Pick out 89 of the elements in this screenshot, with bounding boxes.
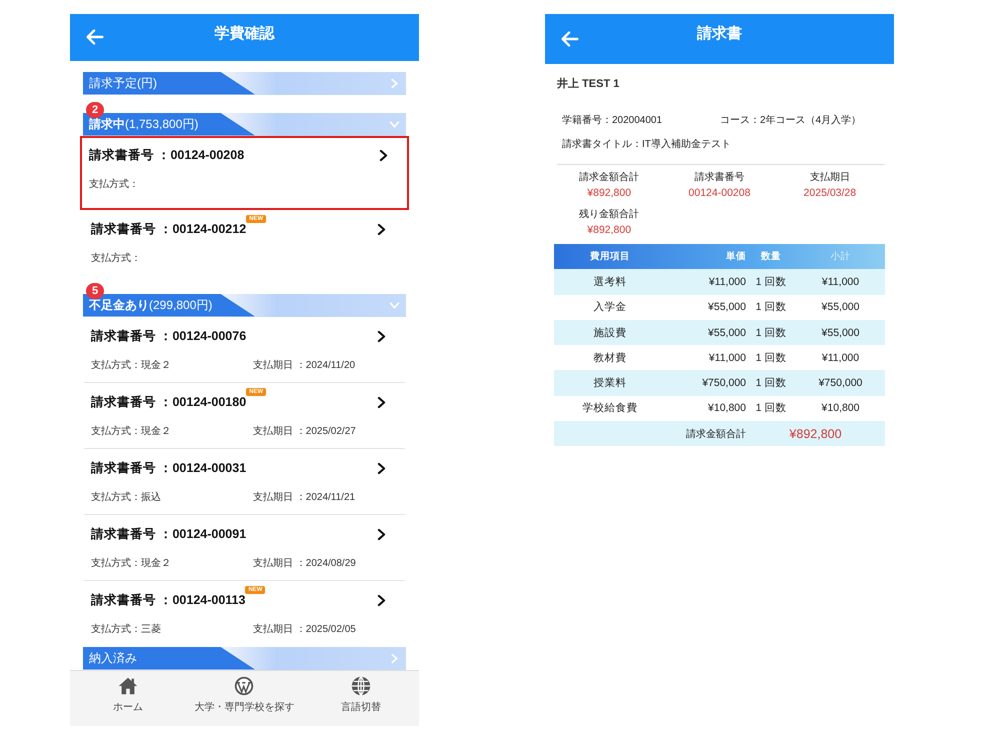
table-cell-text: 1 回数 bbox=[754, 401, 788, 416]
globe-icon bbox=[350, 674, 372, 697]
summary-label: 支払期日 bbox=[810, 170, 850, 184]
total-value: ¥892,800 bbox=[788, 426, 843, 441]
student-name: 井上 TEST 1 bbox=[557, 76, 620, 91]
invoice-number: 請求書番号 ：00124-00208 bbox=[89, 147, 244, 164]
table-cell-text: ¥10,800 bbox=[707, 402, 746, 414]
invoice-number: 請求書番号 ：00124-00031 bbox=[91, 460, 246, 478]
column-header: 数量 bbox=[760, 250, 782, 264]
section-title: 請求中(1,753,800円) bbox=[89, 116, 198, 133]
column-header: 費用項目 bbox=[589, 250, 631, 264]
table-cell-text: 選考料 bbox=[592, 274, 628, 289]
due-date: 支払期日 ：2024/08/29 bbox=[253, 556, 356, 570]
invoice-number: 請求書番号 ：00124-00212 bbox=[91, 221, 246, 238]
invoice-number: 請求書番号 ：00124-00076 bbox=[91, 328, 246, 346]
wordpress-icon bbox=[233, 674, 256, 697]
payment-method: 支払方式： bbox=[91, 252, 142, 265]
nav-label: 大学・専門学校を探す bbox=[194, 700, 294, 714]
chevron-icon bbox=[377, 149, 390, 162]
payment-method: 支払方式：三菱 bbox=[91, 622, 162, 636]
invoice-item[interactable]: 請求書番号 ：00124-00031 支払方式：振込 支払期日 ：2024/11/21 bbox=[83, 448, 406, 515]
total-label: 請求金額合計 bbox=[685, 428, 746, 441]
table-cell-text: ¥750,000 bbox=[818, 377, 864, 390]
table-cell-text: ¥750,000 bbox=[701, 377, 746, 390]
chevron-icon bbox=[375, 396, 388, 410]
table-cell-text: 1 回数 bbox=[754, 350, 788, 365]
table-cell-text: ¥55,000 bbox=[820, 301, 860, 314]
invoice-item[interactable]: 請求書番号 ：00124-00208 支払方式： bbox=[80, 136, 409, 210]
table-cell-text: 1 回数 bbox=[754, 326, 788, 340]
section-title: 納入済み bbox=[89, 650, 137, 667]
table-cell-text: 入学金 bbox=[592, 300, 628, 314]
section-header-bar[interactable]: 請求予定(円) bbox=[83, 72, 406, 95]
invoice-item[interactable]: 請求書番号 ：00124-00076 支払方式：現金２ 支払期日 ：2024/11/20 bbox=[83, 316, 406, 383]
summary-value: 2025/03/28 bbox=[804, 187, 856, 199]
column-header: 小計 bbox=[830, 250, 852, 264]
table-cell-text: 教材費 bbox=[592, 350, 628, 365]
table-cell-text: 授業料 bbox=[592, 376, 628, 390]
payment-method: 支払方式： bbox=[89, 178, 140, 191]
nav-label: ホーム bbox=[113, 700, 144, 714]
table-cell-text: ¥11,000 bbox=[708, 352, 746, 364]
invoice-title: 請求書タイトル：IT導入補助金テスト bbox=[562, 138, 732, 151]
invoice-item[interactable]: 請求書番号 ：00124-00091 支払方式：現金２ 支払期日 ：2024/08/29 bbox=[83, 514, 406, 581]
invoice-number: 請求書番号 ：00124-00180 bbox=[91, 394, 246, 412]
table-cell-text: 1 回数 bbox=[754, 274, 788, 289]
summary-value: ¥892,800 bbox=[587, 224, 632, 236]
table-cell-text: 1 回数 bbox=[754, 300, 788, 314]
screen-title: 学費確認 bbox=[214, 24, 274, 43]
payment-method: 支払方式：現金２ bbox=[91, 424, 172, 438]
nav-label: 言語切替 bbox=[340, 700, 381, 714]
payment-method: 支払方式：現金２ bbox=[91, 358, 172, 372]
due-date: 支払期日 ：2024/11/20 bbox=[253, 358, 356, 372]
summary-label: 請求金額合計 bbox=[579, 170, 640, 184]
summary-value: ¥892,800 bbox=[587, 187, 632, 199]
student-number: 学籍番号：202004001 bbox=[562, 114, 664, 127]
course-label: コース：2年コース（4月入学） bbox=[720, 114, 862, 127]
table-cell-text: ¥11,000 bbox=[708, 276, 746, 288]
summary-label: 残り金額合計 bbox=[579, 208, 640, 221]
table-cell-text: ¥10,800 bbox=[820, 402, 860, 414]
column-header: 単価 bbox=[725, 250, 746, 264]
chevron-icon bbox=[375, 528, 388, 542]
due-date: 支払期日 ：2025/02/27 bbox=[253, 424, 356, 438]
section-title: 請求予定(円) bbox=[89, 74, 157, 92]
table-cell-text: ¥55,000 bbox=[707, 326, 746, 339]
count-badge: 5 bbox=[86, 282, 104, 299]
section-header-bar[interactable]: 納入済み bbox=[83, 646, 406, 670]
section-title: 不足金あり(299,800円) bbox=[89, 296, 212, 314]
table-cell-text: ¥11,000 bbox=[820, 352, 860, 364]
table-cell-text: ¥55,000 bbox=[707, 301, 746, 314]
payment-method: 支払方式：現金２ bbox=[91, 556, 172, 570]
payment-method: 支払方式：振込 bbox=[91, 490, 162, 504]
chevron-icon bbox=[375, 330, 388, 344]
table-cell-text: ¥11,000 bbox=[820, 276, 860, 288]
count-badge: 2 bbox=[86, 102, 104, 118]
summary-label: 請求書番号 bbox=[694, 170, 744, 184]
due-date: 支払期日 ：2025/02/05 bbox=[253, 622, 356, 636]
table-cell-text: 学校給食費 bbox=[582, 401, 638, 416]
table-cell-text: ¥55,000 bbox=[820, 326, 860, 339]
due-date: 支払期日 ：2024/11/21 bbox=[253, 490, 356, 504]
screen-title: 請求書 bbox=[697, 24, 742, 43]
section-header-bar[interactable]: 請求中(1,753,800円) bbox=[83, 112, 406, 136]
chevron-icon bbox=[375, 462, 388, 476]
section-header-bar[interactable]: 不足金あり(299,800円) bbox=[83, 294, 406, 317]
summary-value: 00124-00208 bbox=[688, 187, 750, 199]
table-cell-text: 1 回数 bbox=[754, 376, 788, 390]
chevron-icon bbox=[375, 223, 388, 236]
chevron-icon bbox=[375, 594, 388, 608]
invoice-number: 請求書番号 ：00124-00113 bbox=[91, 592, 246, 610]
invoice-number: 請求書番号 ：00124-00091 bbox=[91, 526, 246, 544]
table-cell-text: 施設費 bbox=[592, 326, 628, 340]
